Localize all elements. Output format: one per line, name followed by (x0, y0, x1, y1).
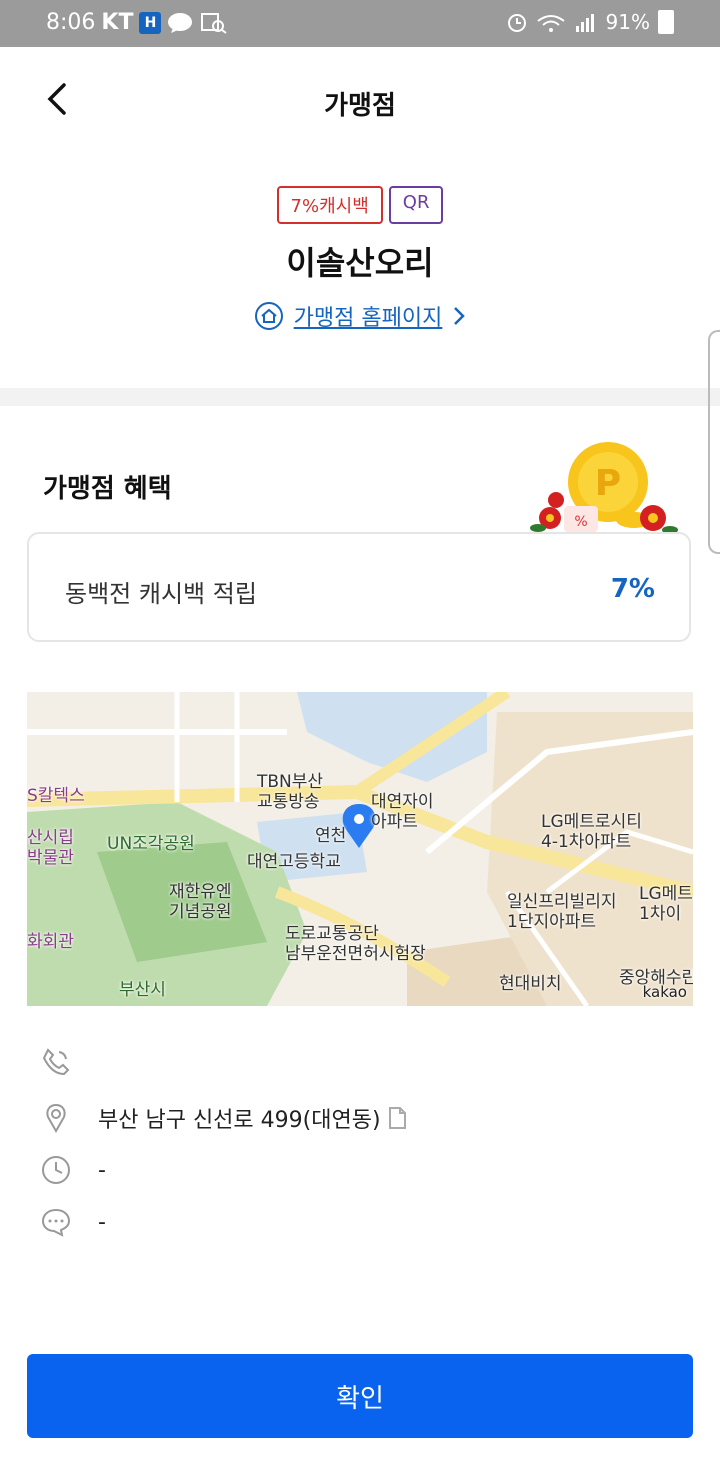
map-label: 대연고등학교 (247, 852, 341, 872)
store-map[interactable]: TBN부산 교통방송 대연자이 아파트 LG메트로시티 4-1차아파트 S칼텍스 UN… (27, 692, 693, 1006)
map-label: 재한유엔 기념공원 (169, 882, 232, 922)
benefit-card: 동백전 캐시백 적립 7% (27, 532, 691, 642)
phone-icon (42, 1048, 70, 1076)
map-label: 대연자이 아파트 (371, 792, 434, 832)
benefit-value: 7% (610, 574, 655, 604)
address-text: 부산 남구 신선로 499(대연동) (98, 1108, 381, 1133)
map-label: LG메트 1차이 (639, 884, 693, 924)
wifi-icon (536, 15, 565, 32)
cashback-badge: 7%캐시백 (276, 186, 383, 224)
map-label: 현대비치 (499, 974, 562, 994)
confirm-button[interactable]: 확인 (27, 1354, 693, 1438)
qr-badge: QR (388, 186, 444, 224)
copy-icon[interactable] (387, 1106, 409, 1130)
clock-icon (42, 1156, 70, 1184)
stats-search-icon (201, 12, 228, 34)
map-label: LG메트로시티 4-1차아파트 (541, 812, 642, 852)
map-label: 화회관 (27, 932, 74, 952)
hours-row: - (40, 1150, 680, 1190)
address-row: 부산 남구 신선로 499(대연동) (40, 1098, 680, 1138)
battery-icon (658, 10, 674, 34)
status-bar: 8:06 KT H 91% (0, 0, 720, 47)
battery-percent: 91% (605, 10, 650, 34)
chat-bubble-icon (41, 1208, 71, 1237)
map-label: 일신프리빌리지 1단지아파트 (507, 892, 617, 932)
note-row: - (40, 1202, 680, 1242)
benefit-section-title: 가맹점 혜택 (43, 474, 172, 504)
note-text: - (98, 1209, 106, 1235)
home-icon (254, 302, 283, 330)
status-carrier: KT (101, 10, 134, 35)
h-app-icon: H (139, 11, 162, 34)
signal-icon (575, 14, 594, 32)
map-brand-logo: kakao (642, 983, 687, 1001)
section-divider (0, 388, 720, 406)
svg-text:%: % (574, 514, 587, 530)
talk-icon (168, 12, 193, 33)
hours-text: - (98, 1157, 106, 1183)
map-label: S칼텍스 (27, 786, 85, 806)
map-label: TBN부산 교통방송 (257, 772, 324, 812)
store-name: 이솔산오리 (286, 244, 434, 282)
phone-row[interactable] (40, 1042, 680, 1082)
store-badges: 7%캐시백 QR (0, 186, 720, 224)
alarm-icon (507, 14, 526, 32)
benefit-label: 동백전 캐시백 적립 (65, 580, 257, 608)
map-label: 연천 (315, 826, 347, 846)
coin-illustration: P % (530, 442, 678, 534)
edge-panel-handle[interactable] (708, 330, 720, 554)
svg-text:P: P (595, 463, 621, 504)
homepage-link-label[interactable]: 가맹점 홈페이지 (294, 300, 443, 332)
map-label: UN조각공원 (107, 834, 195, 854)
location-pin-icon (46, 1103, 66, 1134)
header: 가맹점 (0, 47, 720, 157)
homepage-link[interactable]: 가맹점 홈페이지 (0, 300, 720, 332)
page-title: 가맹점 (324, 91, 396, 121)
map-label: 도로교통공단 남부운전면허시험장 (285, 924, 426, 964)
map-label: 산시립 박물관 (27, 828, 74, 868)
chevron-right-icon (454, 307, 466, 325)
map-label: 부산시 (119, 980, 166, 1000)
status-time: 8:06 (46, 10, 96, 35)
